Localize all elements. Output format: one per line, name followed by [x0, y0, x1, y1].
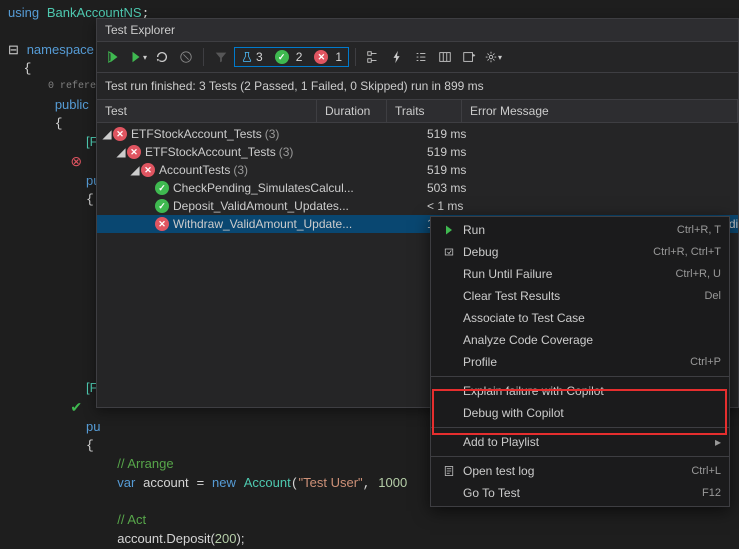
col-traits[interactable]: Traits: [387, 100, 462, 122]
filter-failed[interactable]: ✕1: [308, 48, 348, 66]
menu-run[interactable]: RunCtrl+R, T: [431, 219, 729, 241]
toolbar: ▾ 3 ✓2 ✕1 ▾: [97, 42, 738, 73]
add-icon[interactable]: [458, 46, 480, 68]
menu-goto-test[interactable]: Go To TestF12: [431, 482, 729, 504]
tree-row[interactable]: ✓ Deposit_ValidAmount_Updates... < 1 ms: [97, 197, 738, 215]
filter-total[interactable]: 3: [235, 48, 269, 66]
run-icon[interactable]: ▾: [127, 46, 149, 68]
col-error[interactable]: Error Message: [462, 100, 738, 122]
stop-icon[interactable]: [175, 46, 197, 68]
menu-clear-results[interactable]: Clear Test ResultsDel: [431, 285, 729, 307]
menu-run-until-failure[interactable]: Run Until FailureCtrl+R, U: [431, 263, 729, 285]
tree-row[interactable]: ◢ ✕ AccountTests(3) 519 ms: [97, 161, 738, 179]
col-duration[interactable]: Duration: [317, 100, 387, 122]
chevron-down-icon: ◢: [115, 145, 127, 159]
run-icon: [439, 224, 459, 236]
panel-title: Test Explorer: [97, 19, 738, 42]
fail-icon: ✕: [155, 217, 169, 231]
grid-header: Test Duration Traits Error Message: [97, 100, 738, 123]
filter-icon[interactable]: [210, 46, 232, 68]
menu-add-playlist[interactable]: Add to Playlist▸: [431, 431, 729, 453]
tree-row[interactable]: ◢ ✕ ETFStockAccount_Tests(3) 519 ms: [97, 143, 738, 161]
filter-group: 3 ✓2 ✕1: [234, 47, 349, 67]
menu-explain-copilot[interactable]: Explain failure with Copilot: [431, 380, 729, 402]
menu-open-log[interactable]: Open test logCtrl+L: [431, 460, 729, 482]
debug-icon: [439, 246, 459, 258]
status-line: Test run finished: 3 Tests (2 Passed, 1 …: [97, 73, 738, 100]
menu-coverage[interactable]: Analyze Code Coverage: [431, 329, 729, 351]
repeat-icon[interactable]: [151, 46, 173, 68]
flash-icon[interactable]: [386, 46, 408, 68]
filter-passed[interactable]: ✓2: [269, 48, 309, 66]
columns-icon[interactable]: [434, 46, 456, 68]
chevron-down-icon: ◢: [101, 127, 113, 141]
tree-row[interactable]: ◢ ✕ ETFStockAccount_Tests(3) 519 ms: [97, 125, 738, 143]
tree-row[interactable]: ✓ CheckPending_SimulatesCalcul... 503 ms: [97, 179, 738, 197]
fail-icon: ✕: [127, 145, 141, 159]
tree-view-icon[interactable]: [362, 46, 384, 68]
log-icon: [439, 465, 459, 477]
settings-icon[interactable]: ▾: [482, 46, 504, 68]
col-test[interactable]: Test: [97, 100, 317, 122]
run-all-icon[interactable]: [103, 46, 125, 68]
fail-icon: ✕: [113, 127, 127, 141]
chevron-down-icon: ◢: [129, 163, 141, 177]
menu-debug[interactable]: DebugCtrl+R, Ctrl+T: [431, 241, 729, 263]
pass-icon: ✓: [155, 181, 169, 195]
lines-icon[interactable]: [410, 46, 432, 68]
fail-icon: ✕: [141, 163, 155, 177]
chevron-right-icon: ▸: [715, 435, 721, 449]
menu-associate[interactable]: Associate to Test Case: [431, 307, 729, 329]
pass-icon: ✓: [155, 199, 169, 213]
menu-debug-copilot[interactable]: Debug with Copilot: [431, 402, 729, 424]
menu-profile[interactable]: ProfileCtrl+P: [431, 351, 729, 373]
context-menu: RunCtrl+R, T DebugCtrl+R, Ctrl+T Run Unt…: [430, 216, 730, 507]
